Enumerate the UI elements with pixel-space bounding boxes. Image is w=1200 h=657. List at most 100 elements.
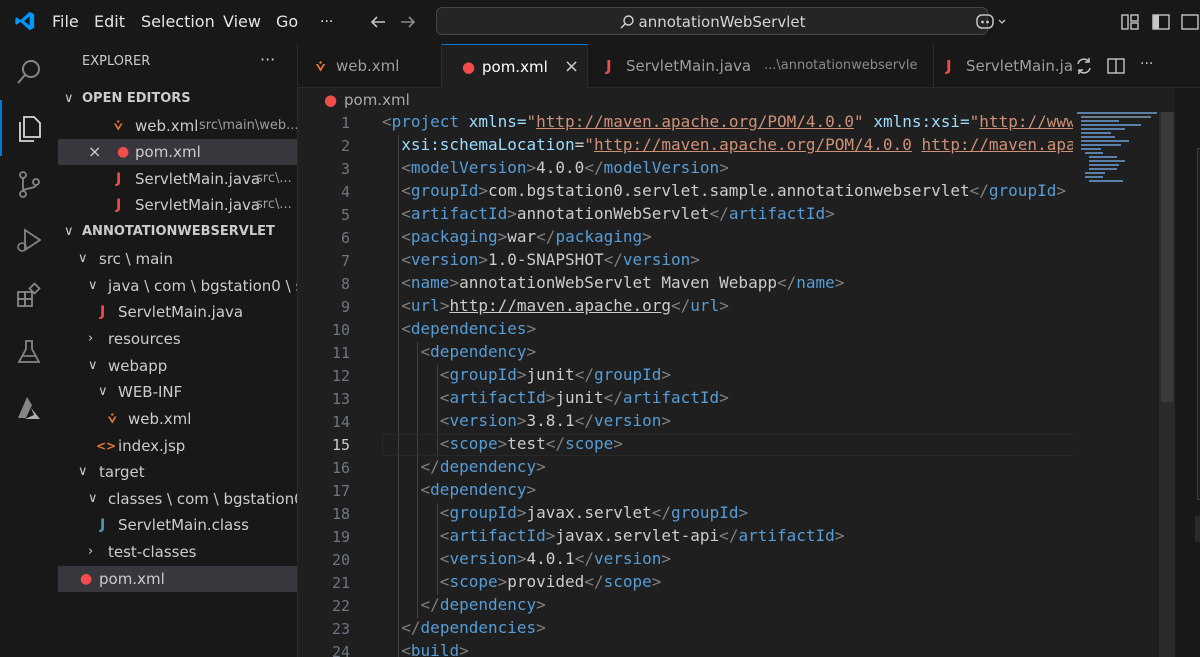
search-icon — [620, 15, 634, 29]
breadcrumb-file[interactable]: pom.xml — [344, 88, 410, 112]
code-line: <scope>provided</scope> — [439, 572, 662, 591]
search-icon[interactable] — [0, 44, 58, 100]
extensions-icon[interactable] — [0, 268, 58, 324]
open-editor-item[interactable]: J ServletMain.java src\... — [58, 192, 297, 218]
java-file-icon: J — [100, 304, 106, 320]
tree-label: ServletMain.java — [118, 303, 244, 321]
tree-file[interactable]: J ServletMain.class — [58, 512, 297, 538]
minimap[interactable] — [1073, 112, 1159, 657]
toggle-sidebar-icon[interactable] — [1151, 12, 1171, 36]
split-editor-icon[interactable] — [1106, 56, 1126, 80]
tree-label: src \ main — [99, 250, 173, 268]
line-number: 5 — [340, 206, 350, 224]
java-file-icon: J — [946, 57, 952, 75]
open-editor-item-active[interactable]: × ● pom.xml — [58, 139, 297, 165]
tree-file[interactable]: <> index.jsp — [58, 433, 297, 459]
chevron-down-icon: ∨ — [98, 384, 108, 399]
tree-file[interactable]: J ServletMain.java — [58, 299, 297, 325]
open-editors-header[interactable]: ∨ OPEN EDITORS — [58, 86, 297, 112]
menu-selection[interactable]: Selection — [141, 0, 215, 44]
open-editor-name: pom.xml — [135, 143, 201, 161]
run-debug-icon[interactable] — [0, 212, 58, 268]
tree-folder[interactable]: ∨ target — [58, 459, 297, 485]
menu-go[interactable]: Go — [276, 0, 298, 44]
xml-file-icon: ⩒ — [114, 118, 123, 134]
menu-file[interactable]: File — [52, 0, 79, 44]
chevron-down-icon: ∨ — [64, 91, 74, 106]
source-control-icon[interactable] — [0, 156, 58, 212]
toggle-panel-icon[interactable] — [1180, 12, 1200, 36]
menu-edit[interactable]: Edit — [94, 0, 125, 44]
compare-changes-icon[interactable] — [1074, 56, 1094, 80]
tab-label: web.xml — [336, 57, 400, 75]
tree-folder[interactable]: › test-classes — [58, 539, 297, 565]
code-editor[interactable]: 1 2 3 4 5 6 7 8 9 10 11 12 13 14 15 16 17 18 19 20 21 22 23 24 … — [298, 112, 1073, 657]
xml-file-icon: ⩒ — [316, 57, 326, 75]
tab-web-xml[interactable]: ⩒ web.xml — [298, 44, 442, 88]
tree-label: pom.xml — [99, 570, 165, 588]
code-line: <packaging>war</packaging> — [401, 227, 652, 246]
tree-label: classes \ com \ bgstation0... — [108, 490, 298, 508]
code-line: <version>1.0-SNAPSHOT</version> — [401, 250, 700, 269]
close-icon[interactable]: × — [564, 45, 579, 89]
tab-label: ServletMain.java — [626, 57, 752, 75]
explorer-title: EXPLORER — [82, 54, 151, 69]
chevron-down-icon: ∨ — [78, 464, 88, 479]
editor-more-icon[interactable]: ··· — [1140, 56, 1153, 72]
chevron-down-icon: ∨ — [64, 224, 74, 239]
project-header[interactable]: ∨ ANNOTATIONWEBSERVLET — [58, 219, 297, 245]
settings-gear-icon[interactable] — [1195, 516, 1200, 542]
testing-icon[interactable] — [0, 324, 58, 380]
explorer-more-icon[interactable]: ··· — [260, 50, 275, 69]
code-line: <modelVersion>4.0.0</modelVersion> — [401, 158, 729, 177]
tab-pom-xml[interactable]: ● pom.xml × — [442, 44, 588, 88]
line-number: 11 — [331, 344, 350, 362]
copilot-icon[interactable] — [975, 11, 1009, 37]
scrollbar-thumb[interactable] — [1161, 112, 1173, 402]
tree-folder[interactable]: ∨ WEB-INF — [58, 379, 297, 405]
activity-bar — [0, 44, 58, 657]
html-file-icon: <> — [96, 439, 117, 453]
line-number: 20 — [331, 551, 350, 569]
tab-servletmain-java[interactable]: J ServletMain.java ...\annotationwebserv… — [588, 44, 934, 88]
files-icon[interactable] — [0, 100, 58, 156]
line-number: 4 — [340, 183, 350, 201]
back-arrow-icon[interactable] — [368, 12, 388, 36]
open-editor-item[interactable]: J ServletMain.java src\... — [58, 166, 297, 192]
line-number: 17 — [331, 482, 350, 500]
tree-folder[interactable]: › resources — [58, 326, 297, 352]
line-number: 22 — [331, 597, 350, 615]
open-editor-item[interactable]: ⩒ web.xml src\main\web... — [58, 113, 298, 139]
tree-label: ServletMain.class — [118, 516, 249, 534]
tree-folder[interactable]: ∨ classes \ com \ bgstation0... — [58, 486, 298, 512]
azure-icon[interactable] — [0, 380, 58, 436]
tree-folder[interactable]: ∨ java \ com \ bgstation0 \ s... — [58, 273, 297, 299]
tree-folder[interactable]: ∨ webapp — [58, 353, 297, 379]
open-editor-path: src\main\web... — [199, 118, 298, 133]
tree-file-selected[interactable]: ● pom.xml — [58, 566, 297, 592]
editor-scrollbar[interactable] — [1159, 112, 1175, 657]
more-menu-icon[interactable]: ··· — [320, 0, 333, 44]
command-center-search[interactable]: annotationWebServlet — [436, 7, 988, 35]
forward-arrow-icon[interactable] — [398, 12, 418, 36]
editor-tabs: ⩒ web.xml ● pom.xml × J ServletMain.java… — [298, 44, 1200, 88]
line-number: 2 — [340, 137, 350, 155]
code-line: <groupId>junit</groupId> — [439, 365, 672, 384]
layout-customize-icon[interactable] — [1120, 12, 1140, 36]
minimap-preview — [1077, 112, 1157, 182]
xml-file-icon: ⩒ — [108, 411, 117, 427]
maven-file-icon: ● — [462, 58, 476, 76]
close-icon[interactable]: × — [88, 139, 101, 165]
code-line: <project xmlns="http://maven.apache.org/… — [382, 112, 1073, 131]
line-number: 12 — [331, 367, 350, 385]
open-editor-name: ServletMain.java — [135, 170, 261, 188]
tree-folder[interactable]: ∨ src \ main — [58, 246, 297, 272]
project-title: ANNOTATIONWEBSERVLET — [82, 224, 275, 239]
line-number: 7 — [340, 252, 350, 270]
tree-file[interactable]: ⩒ web.xml — [58, 406, 297, 432]
vscode-logo-icon — [14, 10, 36, 36]
code-line: </dependency> — [420, 595, 546, 614]
menu-view[interactable]: View — [223, 0, 261, 44]
tab-servletmain-java-2[interactable]: J ServletMain.ja — [934, 44, 1075, 88]
code-line: <artifactId>javax.servlet-api</artifactI… — [439, 526, 845, 545]
